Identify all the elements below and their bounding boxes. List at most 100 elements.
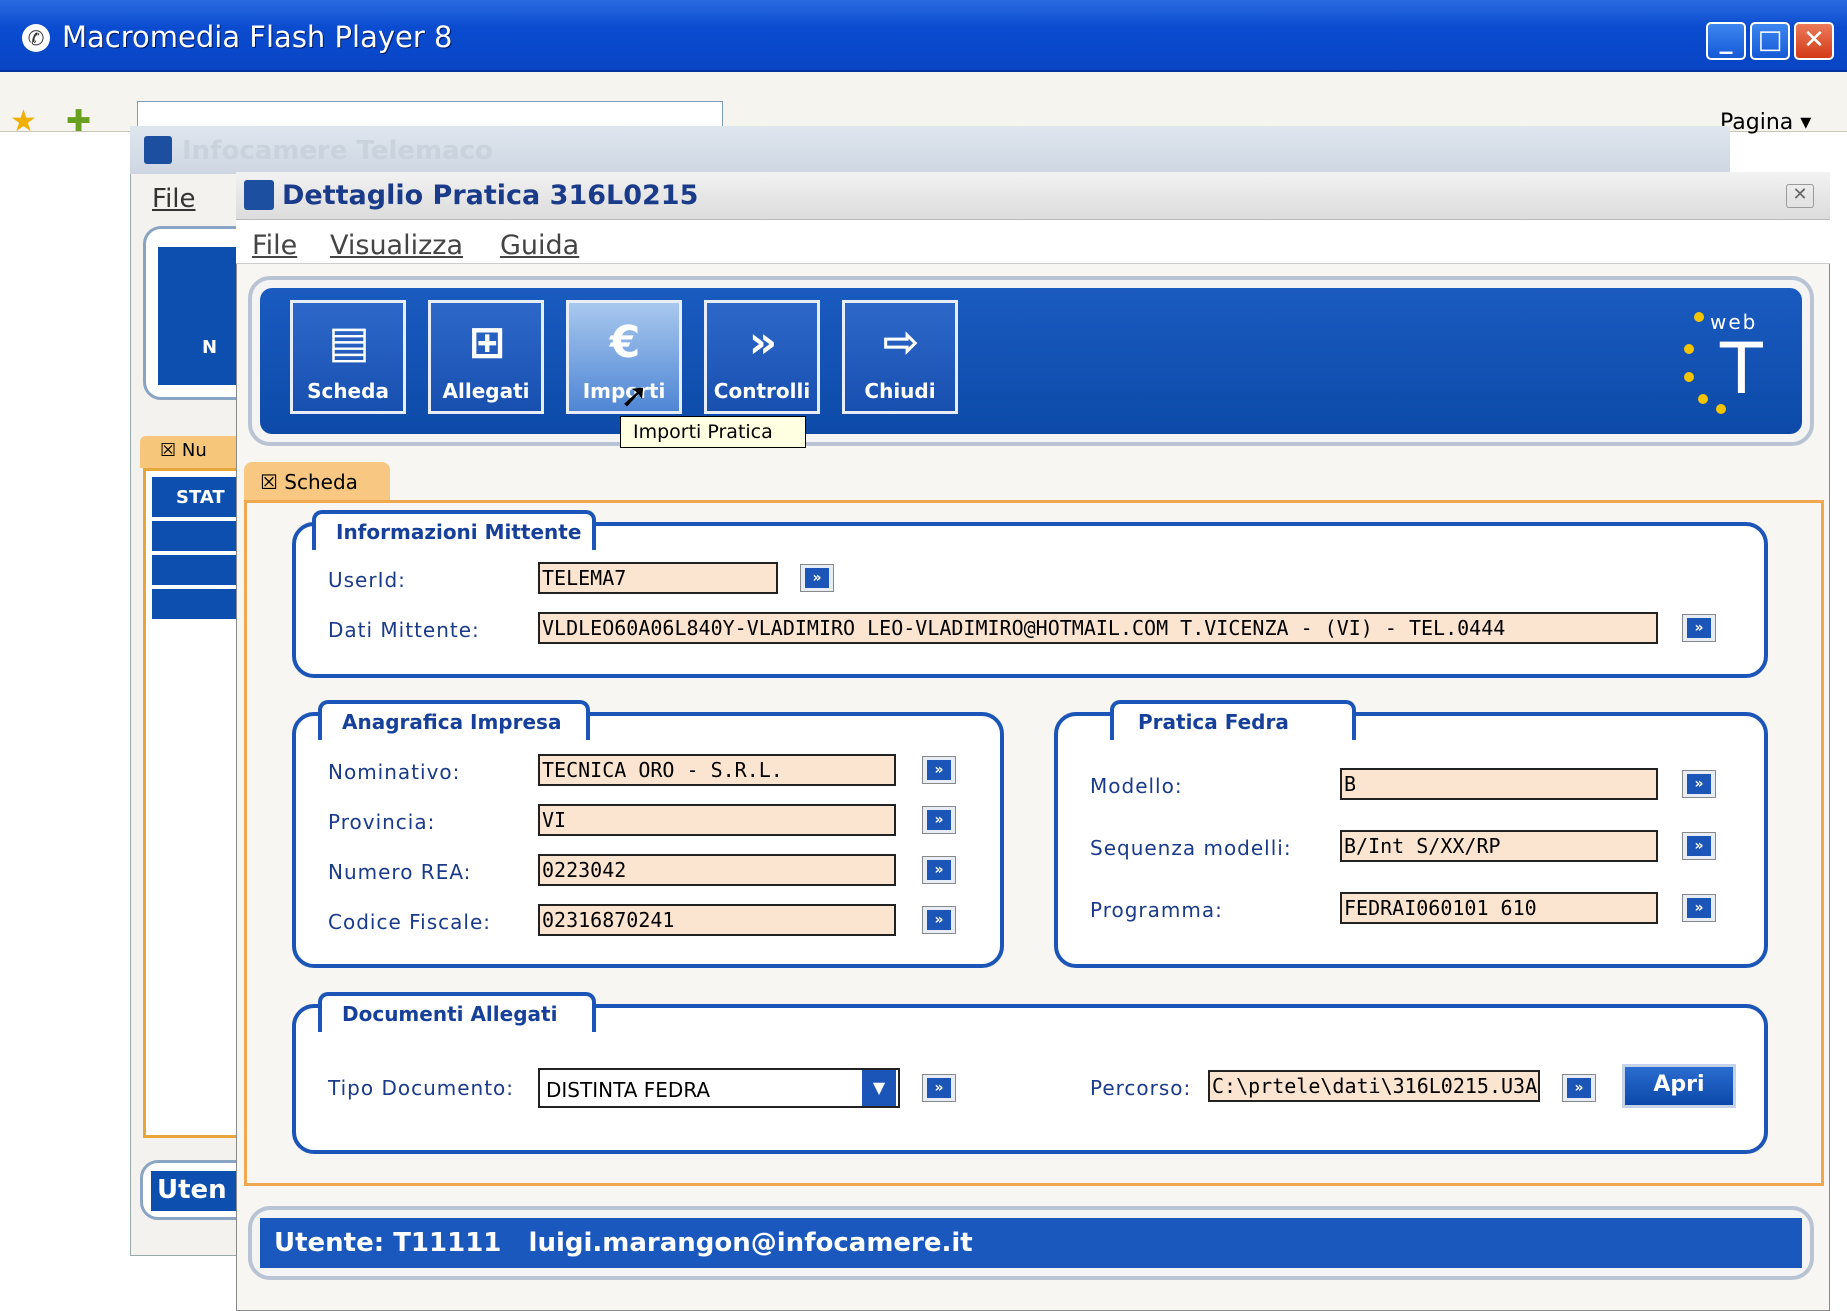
dati-mittente-go-button[interactable]: » [1682,614,1716,642]
dialog-title-bar: Dettaglio Pratica 316L0215 ✕ [236,172,1830,220]
group-title: Anagrafica Impresa [318,700,590,740]
document-icon: ▤ [328,317,370,368]
web-t-logo: web T [1680,300,1790,420]
menu-guida[interactable]: Guida [500,230,579,261]
chiudi-button-label: Chiudi [864,379,936,403]
background-tab-label: Nu [181,440,207,461]
menu-file[interactable]: File [252,230,297,261]
logo-dot [1684,372,1694,382]
menu-visualizza[interactable]: Visualizza [330,230,463,261]
controlli-button[interactable]: » Controlli [704,300,820,414]
sequenza-modelli-field[interactable]: B/Int S/XX/RP [1340,830,1658,862]
provincia-go-button[interactable]: » [922,806,956,834]
tab-scheda[interactable]: ☒ Scheda [244,462,390,502]
apri-button[interactable]: Apri [1622,1064,1736,1108]
logo-dot [1694,312,1704,322]
provincia-label: Provincia: [328,810,436,834]
background-file-menu[interactable]: File [152,184,196,214]
nominativo-label: Nominativo: [328,760,461,784]
percorso-field[interactable]: C:\prtele\dati\316L0215.U3A [1208,1070,1540,1102]
status-bar: Utente: T11111 luigi.marangon@infocamere… [248,1206,1814,1280]
group-title: Documenti Allegati [318,992,596,1032]
status-text: Utente: T11111 luigi.marangon@infocamere… [260,1218,1802,1268]
background-panel-inner: N [158,247,248,385]
euro-icon: € [609,317,641,368]
scheda-button[interactable]: ▤ Scheda [290,300,406,414]
codice-fiscale-label: Codice Fiscale: [328,910,491,934]
tipo-documento-label: Tipo Documento: [328,1076,515,1100]
dati-mittente-field[interactable]: VLDLEO60A06L840Y-VLADIMIRO LEO-VLADIMIRO… [538,612,1658,644]
programma-label: Programma: [1090,898,1223,922]
double-arrow-icon: » [927,1078,951,1098]
numero-rea-label: Numero REA: [328,860,472,884]
attachments-icon: ⊞ [468,317,506,368]
chiudi-button[interactable]: ⇨ Chiudi [842,300,958,414]
nominativo-go-button[interactable]: » [922,756,956,784]
double-arrow-icon: » [927,860,951,880]
logo-dot [1698,394,1708,404]
chevron-down-icon[interactable]: ▼ [862,1070,896,1106]
add-favorite-icon[interactable]: ✚ [66,104,91,139]
programma-go-button[interactable]: » [1682,894,1716,922]
mouse-cursor-icon: ➚ [620,376,649,416]
numero-rea-go-button[interactable]: » [922,856,956,884]
nominativo-field[interactable]: TECNICA ORO - S.R.L. [538,754,896,786]
pagina-menu[interactable]: Pagina ▾ [1720,110,1811,135]
double-arrow-icon: » [1687,774,1711,794]
userid-field[interactable]: TELEMA7 [538,562,778,594]
double-arrow-icon: » [927,910,951,930]
sequenza-modelli-label: Sequenza modelli: [1090,836,1292,860]
flash-icon: ✆ [22,24,50,52]
double-arrow-icon: » [805,568,829,588]
tab-scheda-label: Scheda [284,470,358,494]
background-panel-label: N [202,337,218,358]
userid-label: UserId: [328,568,406,592]
tipo-documento-value: DISTINTA FEDRA [546,1078,711,1102]
tipo-documento-go-button[interactable]: » [922,1074,956,1102]
dati-mittente-label: Dati Mittente: [328,618,480,642]
programma-field[interactable]: FEDRAI060101 610 [1340,892,1658,924]
double-arrow-icon: » [1687,618,1711,638]
numero-rea-field[interactable]: 0223042 [538,854,896,886]
dialog-menu-bar: File Visualizza Guida [236,220,1830,264]
tipo-documento-select[interactable]: DISTINTA FEDRA ▼ [538,1068,900,1108]
minimize-button[interactable]: _ [1706,22,1746,60]
modello-field[interactable]: B [1340,768,1658,800]
maximize-button[interactable]: □ [1750,22,1790,60]
outer-title-bar: ✆ Macromedia Flash Player 8 _ □ ✕ [0,0,1847,72]
favorites-star-icon[interactable]: ★ [10,104,37,139]
outer-window-title: Macromedia Flash Player 8 [62,20,453,54]
app-icon [144,136,172,164]
double-arrow-icon: » [927,810,951,830]
userid-go-button[interactable]: » [800,564,834,592]
logo-letter: T [1720,328,1763,410]
logo-dot [1684,344,1694,354]
codice-fiscale-go-button[interactable]: » [922,906,956,934]
logo-dot [1716,404,1726,414]
allegati-button-label: Allegati [442,379,530,403]
modello-go-button[interactable]: » [1682,770,1716,798]
forward-icon: » [748,317,778,368]
codice-fiscale-field[interactable]: 02316870241 [538,904,896,936]
percorso-go-button[interactable]: » [1562,1074,1596,1102]
app-icon [244,180,274,210]
double-arrow-icon: » [1687,836,1711,856]
scheda-button-label: Scheda [307,379,389,403]
modello-label: Modello: [1090,774,1183,798]
double-arrow-icon: » [927,760,951,780]
dialog-title: Dettaglio Pratica 316L0215 [282,180,699,211]
double-arrow-icon: » [1567,1078,1591,1098]
double-arrow-icon: » [1687,898,1711,918]
sequenza-modelli-go-button[interactable]: » [1682,832,1716,860]
allegati-button[interactable]: ⊞ Allegati [428,300,544,414]
provincia-field[interactable]: VI [538,804,896,836]
group-title: Informazioni Mittente [312,510,596,550]
background-window-title: Infocamere Telemaco [182,136,493,166]
pagina-label: Pagina [1720,110,1794,135]
tooltip: Importi Pratica [620,416,806,448]
exit-icon: ⇨ [882,317,920,368]
dialog-close-button[interactable]: ✕ [1786,184,1814,208]
group-title: Pratica Fedra [1110,700,1356,740]
controlli-button-label: Controlli [713,379,811,403]
close-button[interactable]: ✕ [1794,22,1834,60]
